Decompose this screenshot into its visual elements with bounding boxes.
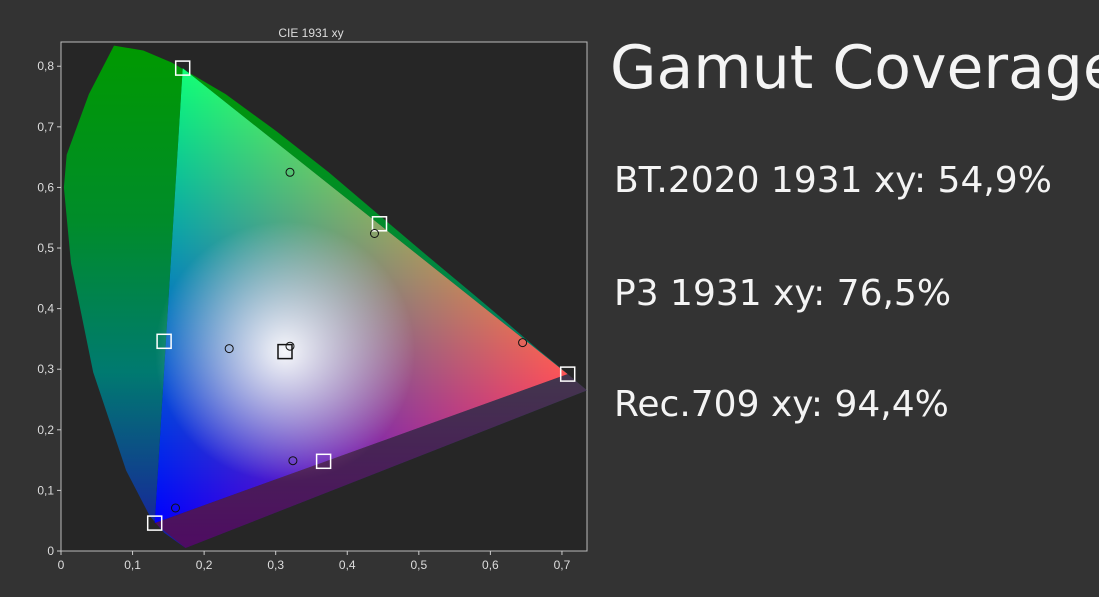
y-tick-label: 0,8 xyxy=(37,59,54,73)
x-tick-label: 0,5 xyxy=(410,558,427,572)
y-tick-label: 0,1 xyxy=(37,483,54,497)
x-tick-label: 0,2 xyxy=(196,558,213,572)
x-tick-label: 0,4 xyxy=(339,558,356,572)
y-tick-label: 0,2 xyxy=(37,423,54,437)
cie-chart-svg: CIE 1931 xy 0 0,1 0,2 0,3 0,4 0,5 0,6 0,7 0 0,1 0,… xyxy=(37,26,588,572)
y-tick-label: 0,4 xyxy=(37,302,54,316)
cie-chart: CIE 1931 xy 0 0,1 0,2 0,3 0,4 0,5 0,6 0,7 0 0,1 0,… xyxy=(0,0,600,597)
gamut-white xyxy=(154,221,415,482)
chart-title: CIE 1931 xy xyxy=(278,26,343,40)
x-tick-label: 0 xyxy=(58,558,65,572)
x-tick-label: 0,3 xyxy=(267,558,284,572)
headline: Gamut Coverage xyxy=(610,33,1099,103)
stat-rec709: Rec.709 xy: 94,4% xyxy=(614,384,949,425)
y-tick-label: 0,6 xyxy=(37,180,54,194)
x-tick-label: 0,6 xyxy=(482,558,499,572)
x-tick-label: 0,7 xyxy=(554,558,571,572)
y-tick-label: 0,5 xyxy=(37,241,54,255)
stat-p3: P3 1931 xy: 76,5% xyxy=(614,273,952,314)
y-tick-label: 0,3 xyxy=(37,362,54,376)
x-tick-label: 0,1 xyxy=(124,558,141,572)
stat-bt2020: BT.2020 1931 xy: 54,9% xyxy=(614,160,1052,201)
y-tick-label: 0 xyxy=(47,544,54,558)
y-tick-label: 0,7 xyxy=(37,120,54,134)
